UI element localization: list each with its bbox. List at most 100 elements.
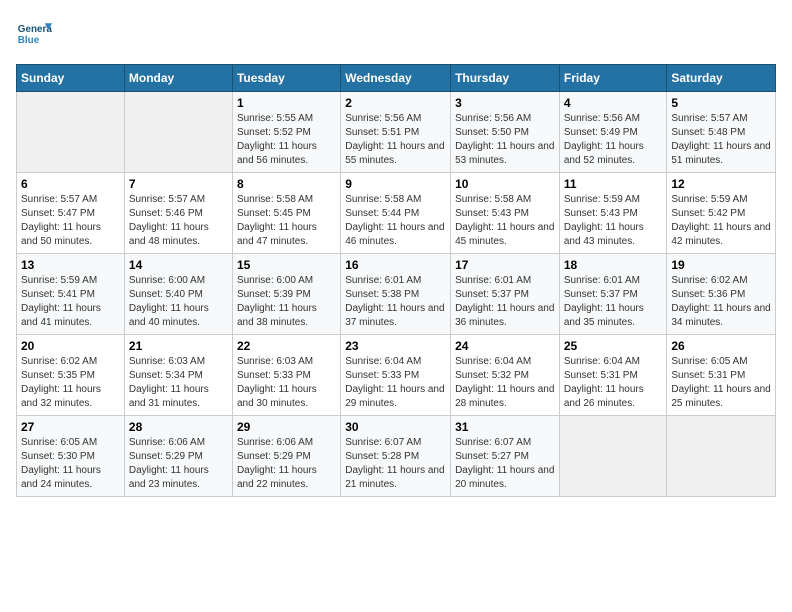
day-info: Sunrise: 6:03 AM Sunset: 5:34 PM Dayligh… — [129, 355, 228, 411]
day-info: Sunrise: 6:07 AM Sunset: 5:27 PM Dayligh… — [455, 436, 555, 492]
calendar-cell: 2Sunrise: 5:56 AM Sunset: 5:51 PM Daylig… — [341, 92, 451, 173]
day-number: 3 — [455, 96, 555, 110]
calendar-cell: 12 Sunrise: 5:59 AM Sunset: 5:42 PM Dayli… — [667, 173, 776, 254]
calendar-cell: 9Sunrise: 5:58 AM Sunset: 5:44 PM Daylig… — [341, 173, 451, 254]
day-info: Sunrise: 6:03 AM Sunset: 5:33 PM Dayligh… — [237, 355, 336, 411]
calendar-cell: 17 Sunrise: 6:01 AM Sunset: 5:37 PM Dayli… — [451, 254, 560, 335]
calendar-cell: 14 Sunrise: 6:00 AM Sunset: 5:40 PM Dayli… — [124, 254, 232, 335]
day-info: Sunrise: 6:01 AM Sunset: 5:37 PM Dayligh… — [455, 274, 555, 330]
calendar-cell — [559, 416, 667, 497]
day-number: 30 — [345, 420, 446, 434]
day-number: 24 — [455, 339, 555, 353]
calendar-cell: 13Sunrise: 5:59 AM Sunset: 5:41 PM Dayli… — [17, 254, 125, 335]
day-info: Sunrise: 6:02 AM Sunset: 5:35 PM Dayligh… — [21, 355, 120, 411]
day-info: Sunrise: 5:58 AM Sunset: 5:45 PM Dayligh… — [237, 193, 336, 249]
day-info: Sunrise: 5:59 AM Sunset: 5:42 PM Dayligh… — [671, 193, 771, 249]
days-header-row: SundayMondayTuesdayWednesdayThursdayFrid… — [17, 65, 776, 92]
day-info: Sunrise: 5:58 AM Sunset: 5:43 PM Dayligh… — [455, 193, 555, 249]
day-number: 27 — [21, 420, 120, 434]
day-number: 8 — [237, 177, 336, 191]
week-row-1: 1 Sunrise: 5:55 AM Sunset: 5:52 PM Daylig… — [17, 92, 776, 173]
day-header-monday: Monday — [124, 65, 232, 92]
day-number: 17 — [455, 258, 555, 272]
day-number: 29 — [237, 420, 336, 434]
day-number: 1 — [237, 96, 336, 110]
calendar-cell: 31Sunrise: 6:07 AM Sunset: 5:27 PM Dayli… — [451, 416, 560, 497]
day-number: 14 — [129, 258, 228, 272]
svg-text:Blue: Blue — [18, 35, 40, 46]
day-info: Sunrise: 6:05 AM Sunset: 5:31 PM Dayligh… — [671, 355, 771, 411]
day-info: Sunrise: 6:06 AM Sunset: 5:29 PM Dayligh… — [237, 436, 336, 492]
calendar-cell: 6 Sunrise: 5:57 AM Sunset: 5:47 PM Daylig… — [17, 173, 125, 254]
day-info: Sunrise: 6:00 AM Sunset: 5:40 PM Dayligh… — [129, 274, 228, 330]
day-info: Sunrise: 5:57 AM Sunset: 5:46 PM Dayligh… — [129, 193, 228, 249]
day-info: Sunrise: 6:02 AM Sunset: 5:36 PM Dayligh… — [671, 274, 771, 330]
header: General Blue — [16, 16, 776, 52]
day-number: 12 — [671, 177, 771, 191]
day-number: 6 — [21, 177, 120, 191]
calendar-cell: 11 Sunrise: 5:59 AM Sunset: 5:43 PM Dayli… — [559, 173, 667, 254]
day-number: 22 — [237, 339, 336, 353]
day-number: 7 — [129, 177, 228, 191]
calendar-cell: 26 Sunrise: 6:05 AM Sunset: 5:31 PM Dayli… — [667, 335, 776, 416]
day-header-tuesday: Tuesday — [232, 65, 340, 92]
day-info: Sunrise: 5:59 AM Sunset: 5:41 PM Dayligh… — [21, 274, 120, 330]
day-info: Sunrise: 5:59 AM Sunset: 5:43 PM Dayligh… — [564, 193, 663, 249]
day-number: 21 — [129, 339, 228, 353]
day-number: 11 — [564, 177, 663, 191]
calendar-cell: 27 Sunrise: 6:05 AM Sunset: 5:30 PM Dayli… — [17, 416, 125, 497]
day-info: Sunrise: 5:56 AM Sunset: 5:50 PM Dayligh… — [455, 112, 555, 168]
day-number: 23 — [345, 339, 446, 353]
calendar-cell: 7 Sunrise: 5:57 AM Sunset: 5:46 PM Daylig… — [124, 173, 232, 254]
calendar-cell: 1 Sunrise: 5:55 AM Sunset: 5:52 PM Daylig… — [232, 92, 340, 173]
day-header-wednesday: Wednesday — [341, 65, 451, 92]
calendar-cell: 16 Sunrise: 6:01 AM Sunset: 5:38 PM Dayli… — [341, 254, 451, 335]
week-row-2: 6 Sunrise: 5:57 AM Sunset: 5:47 PM Daylig… — [17, 173, 776, 254]
calendar-cell — [667, 416, 776, 497]
calendar-cell: 23 Sunrise: 6:04 AM Sunset: 5:33 PM Dayli… — [341, 335, 451, 416]
calendar-cell: 15Sunrise: 6:00 AM Sunset: 5:39 PM Dayli… — [232, 254, 340, 335]
day-header-saturday: Saturday — [667, 65, 776, 92]
calendar-cell: 21 Sunrise: 6:03 AM Sunset: 5:34 PM Dayli… — [124, 335, 232, 416]
day-header-thursday: Thursday — [451, 65, 560, 92]
calendar-cell: 3 Sunrise: 5:56 AM Sunset: 5:50 PM Daylig… — [451, 92, 560, 173]
day-number: 9 — [345, 177, 446, 191]
calendar-cell: 25 Sunrise: 6:04 AM Sunset: 5:31 PM Dayli… — [559, 335, 667, 416]
day-number: 28 — [129, 420, 228, 434]
day-number: 20 — [21, 339, 120, 353]
calendar-cell: 28Sunrise: 6:06 AM Sunset: 5:29 PM Dayli… — [124, 416, 232, 497]
calendar-cell: 29 Sunrise: 6:06 AM Sunset: 5:29 PM Dayli… — [232, 416, 340, 497]
day-number: 5 — [671, 96, 771, 110]
day-info: Sunrise: 6:05 AM Sunset: 5:30 PM Dayligh… — [21, 436, 120, 492]
day-info: Sunrise: 6:00 AM Sunset: 5:39 PM Dayligh… — [237, 274, 336, 330]
day-info: Sunrise: 6:01 AM Sunset: 5:38 PM Dayligh… — [345, 274, 446, 330]
day-info: Sunrise: 6:07 AM Sunset: 5:28 PM Dayligh… — [345, 436, 446, 492]
day-info: Sunrise: 5:57 AM Sunset: 5:47 PM Dayligh… — [21, 193, 120, 249]
day-info: Sunrise: 6:04 AM Sunset: 5:33 PM Dayligh… — [345, 355, 446, 411]
day-info: Sunrise: 6:01 AM Sunset: 5:37 PM Dayligh… — [564, 274, 663, 330]
calendar-cell: 30 Sunrise: 6:07 AM Sunset: 5:28 PM Dayli… — [341, 416, 451, 497]
calendar-cell: 4 Sunrise: 5:56 AM Sunset: 5:49 PM Daylig… — [559, 92, 667, 173]
calendar-cell: 22 Sunrise: 6:03 AM Sunset: 5:33 PM Dayli… — [232, 335, 340, 416]
day-number: 25 — [564, 339, 663, 353]
day-info: Sunrise: 6:04 AM Sunset: 5:32 PM Dayligh… — [455, 355, 555, 411]
day-header-sunday: Sunday — [17, 65, 125, 92]
day-header-friday: Friday — [559, 65, 667, 92]
day-number: 18 — [564, 258, 663, 272]
week-row-4: 20 Sunrise: 6:02 AM Sunset: 5:35 PM Dayli… — [17, 335, 776, 416]
day-number: 4 — [564, 96, 663, 110]
day-info: Sunrise: 6:04 AM Sunset: 5:31 PM Dayligh… — [564, 355, 663, 411]
logo: General Blue — [16, 16, 54, 52]
calendar-cell: 10 Sunrise: 5:58 AM Sunset: 5:43 PM Dayli… — [451, 173, 560, 254]
calendar-cell — [17, 92, 125, 173]
day-info: Sunrise: 5:56 AM Sunset: 5:51 PM Dayligh… — [345, 112, 446, 168]
day-number: 16 — [345, 258, 446, 272]
day-number: 26 — [671, 339, 771, 353]
calendar-cell: 8 Sunrise: 5:58 AM Sunset: 5:45 PM Daylig… — [232, 173, 340, 254]
calendar-cell: 19 Sunrise: 6:02 AM Sunset: 5:36 PM Dayli… — [667, 254, 776, 335]
day-info: Sunrise: 5:56 AM Sunset: 5:49 PM Dayligh… — [564, 112, 663, 168]
calendar-cell: 20 Sunrise: 6:02 AM Sunset: 5:35 PM Dayli… — [17, 335, 125, 416]
day-info: Sunrise: 5:55 AM Sunset: 5:52 PM Dayligh… — [237, 112, 336, 168]
day-number: 10 — [455, 177, 555, 191]
day-number: 19 — [671, 258, 771, 272]
